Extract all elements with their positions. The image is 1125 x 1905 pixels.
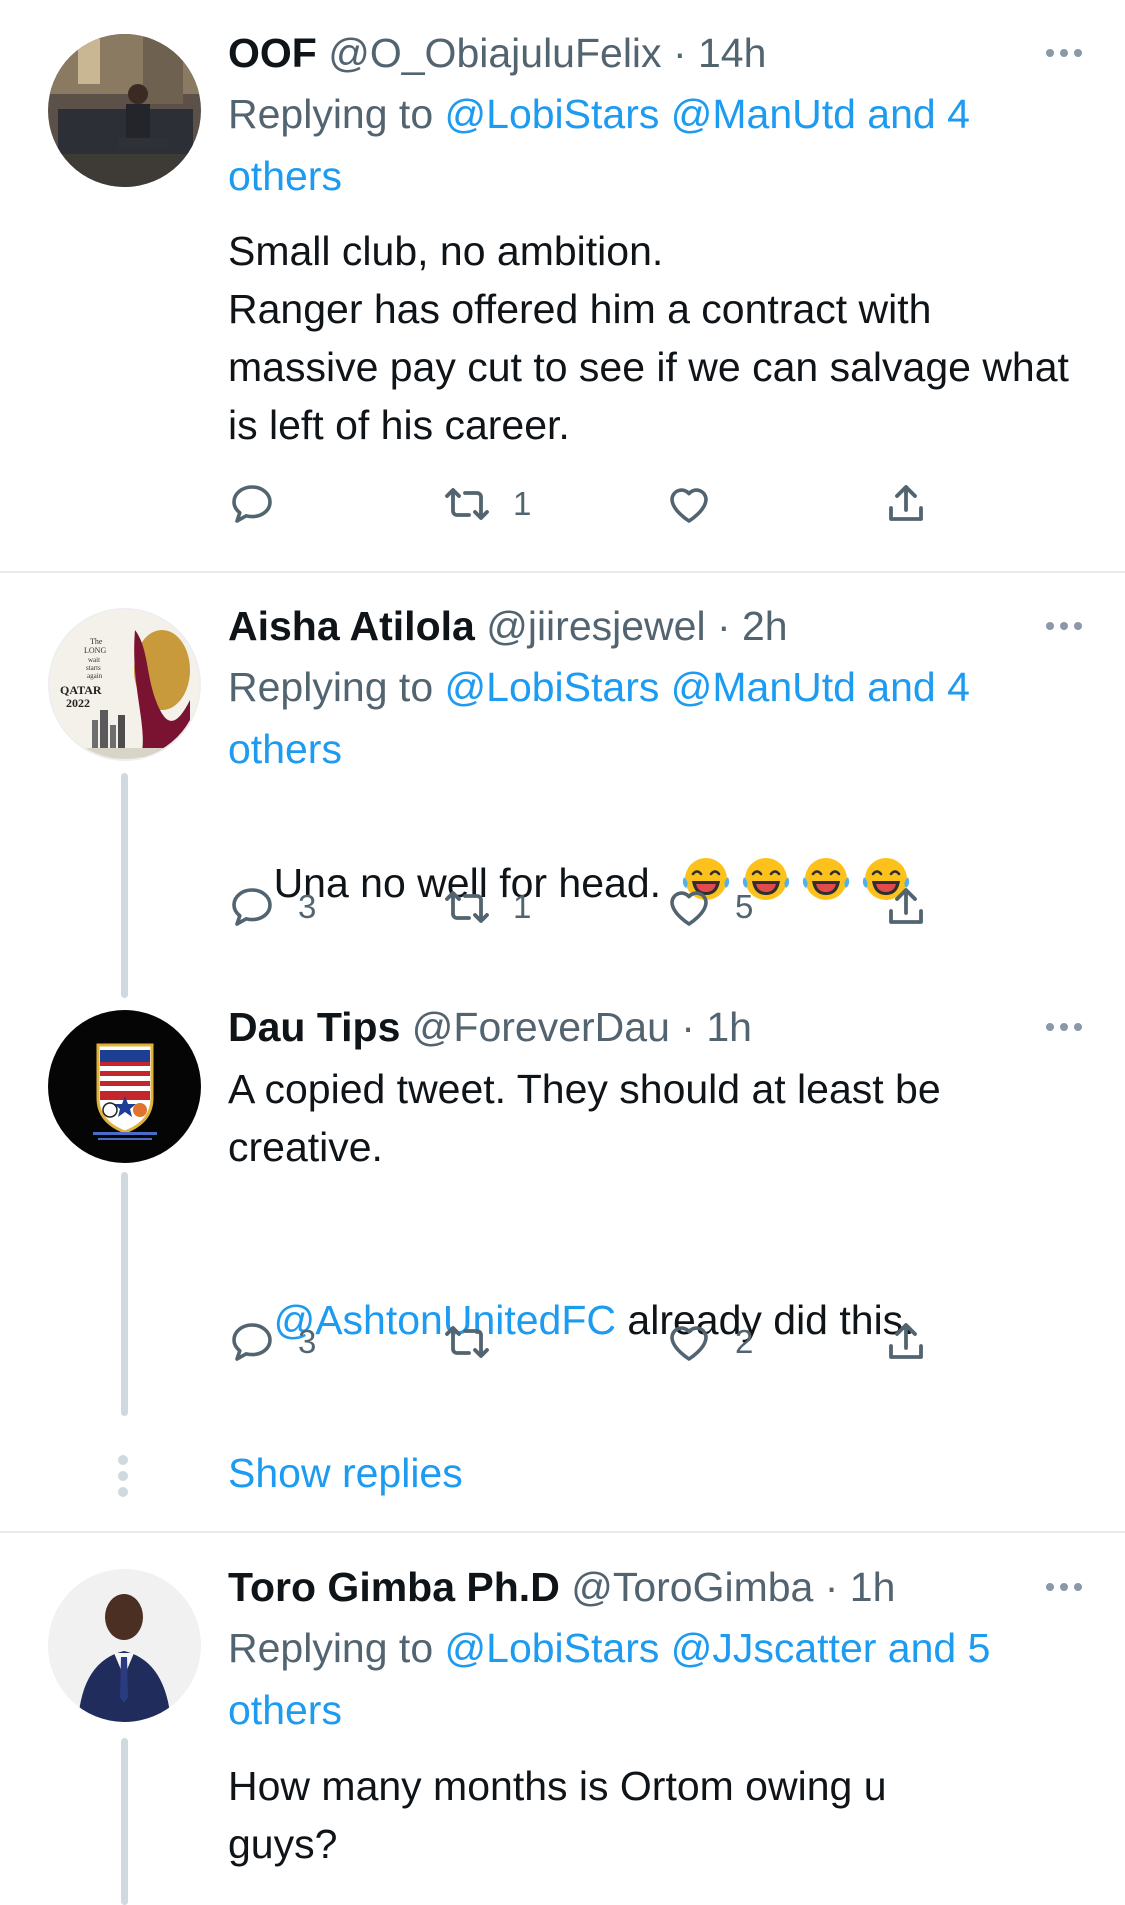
replying-to-links[interactable]: @LobiStars @ManUtd and 4: [445, 664, 970, 710]
tweet-actions: 1: [228, 474, 988, 534]
heart-icon: [670, 891, 708, 926]
replying-to-links[interactable]: @LobiStars @ManUtd and 4: [445, 91, 970, 137]
timestamp[interactable]: 14h: [698, 30, 766, 76]
heart-icon: [670, 1326, 708, 1361]
reply-icon: [232, 485, 272, 523]
tweet-oof[interactable]: OOF @O_ObiajuluFelix · 14h Replying to @…: [0, 0, 1125, 570]
retweet-count: 1: [513, 485, 532, 522]
retweet-button[interactable]: 1: [443, 877, 531, 937]
display-name[interactable]: Dau Tips: [228, 1004, 400, 1050]
more-icon[interactable]: [1039, 1561, 1089, 1613]
retweet-icon: [445, 891, 489, 923]
like-count: 5: [735, 888, 754, 925]
like-button[interactable]: [665, 474, 735, 534]
user-handle[interactable]: @O_ObiajuluFelix: [328, 30, 661, 76]
avatar-text: The: [90, 637, 103, 646]
reply-icon: [232, 888, 272, 926]
user-handle[interactable]: @ForeverDau: [412, 1004, 670, 1050]
separator: ·: [661, 30, 698, 76]
timestamp[interactable]: 1h: [706, 1004, 752, 1050]
reply-button[interactable]: 3: [228, 877, 316, 937]
separator: ·: [705, 603, 742, 649]
avatar[interactable]: [48, 1569, 201, 1722]
reply-count: 3: [298, 888, 317, 925]
like-count: 2: [735, 1323, 754, 1360]
reply-button[interactable]: [228, 474, 298, 534]
share-icon: [889, 888, 923, 924]
display-name[interactable]: OOF: [228, 30, 317, 76]
replying-to-label: Replying to: [228, 91, 445, 137]
retweet-button[interactable]: 1: [443, 474, 531, 534]
timestamp[interactable]: 1h: [850, 1564, 896, 1610]
avatar-text: QATAR: [60, 683, 102, 697]
reply-count: 3: [298, 1323, 317, 1360]
replying-to-label: Replying to: [228, 1625, 445, 1671]
more-icon[interactable]: [1039, 27, 1089, 79]
share-button[interactable]: [882, 877, 930, 937]
heart-icon: [670, 488, 708, 523]
tweet-header: OOF @O_ObiajuluFelix · 14h: [228, 27, 1095, 79]
retweet-icon: [445, 1326, 489, 1358]
share-icon: [889, 1323, 923, 1359]
retweet-icon: [445, 488, 489, 520]
display-name[interactable]: Toro Gimba Ph.D: [228, 1564, 560, 1610]
tweet-actions: 3 2: [228, 1312, 988, 1372]
replying-to-others[interactable]: others: [228, 1687, 342, 1733]
separator: ·: [669, 1004, 707, 1050]
avatar[interactable]: [48, 34, 201, 187]
avatar-text: again: [87, 672, 103, 680]
tweet-text: Small club, no ambition. Ranger has offe…: [228, 228, 1069, 448]
tweet-dau[interactable]: Dau Tips @ForeverDau · 1h A copied tweet…: [0, 1000, 1125, 1420]
tweet-text: A copied tweet. They should at least be …: [228, 1066, 953, 1170]
reply-button[interactable]: 3: [228, 1312, 316, 1372]
avatar[interactable]: [48, 1010, 201, 1163]
replying-to: Replying to @LobiStars @ManUtd and 4 oth…: [228, 656, 1085, 780]
like-button[interactable]: 2: [665, 1312, 753, 1372]
replying-to-links[interactable]: @LobiStars @JJscatter and 5: [445, 1625, 991, 1671]
avatar-text: LONG: [84, 646, 106, 655]
divider: [0, 571, 1125, 573]
separator: ·: [813, 1564, 850, 1610]
more-icon[interactable]: [1039, 600, 1089, 652]
tweet-toro[interactable]: Toro Gimba Ph.D @ToroGimba · 1h Replying…: [0, 1533, 1125, 1905]
more-icon[interactable]: [1039, 1001, 1089, 1053]
like-button[interactable]: 5: [665, 877, 753, 937]
replying-to-label: Replying to: [228, 664, 445, 710]
avatar-text: starts: [86, 664, 101, 672]
retweet-button[interactable]: [443, 1312, 513, 1372]
reply-icon: [232, 1323, 272, 1361]
tweet-text: How many months is Ortom owing u guys?: [228, 1763, 898, 1867]
thread-continuation-dots: [118, 1455, 128, 1497]
tweet-actions: 3 1 5: [228, 877, 988, 937]
replying-to-others[interactable]: others: [228, 726, 342, 772]
retweet-count: 1: [513, 888, 532, 925]
share-icon: [889, 485, 923, 521]
tweet-aisha[interactable]: The LONG wait starts again QATAR 2022 Ai…: [0, 574, 1125, 994]
share-button[interactable]: [882, 1312, 930, 1372]
user-handle[interactable]: @ToroGimba: [571, 1564, 813, 1610]
timestamp[interactable]: 2h: [742, 603, 788, 649]
avatar-text: wait: [88, 656, 100, 664]
share-button[interactable]: [882, 474, 930, 534]
tweet-header: Aisha Atilola @jiiresjewel · 2h: [228, 600, 1095, 652]
replying-to-others[interactable]: others: [228, 153, 342, 199]
tweet-header: Dau Tips @ForeverDau · 1h: [228, 1001, 1095, 1053]
avatar[interactable]: The LONG wait starts again QATAR 2022: [48, 608, 201, 761]
tweet-header: Toro Gimba Ph.D @ToroGimba · 1h: [228, 1561, 1095, 1613]
replying-to: Replying to @LobiStars @JJscatter and 5 …: [228, 1617, 1105, 1741]
avatar-text: 2022: [66, 696, 90, 710]
replying-to: Replying to @LobiStars @ManUtd and 4 oth…: [228, 83, 1085, 207]
display-name[interactable]: Aisha Atilola: [228, 603, 475, 649]
show-replies-link[interactable]: Show replies: [228, 1443, 463, 1503]
user-handle[interactable]: @jiiresjewel: [486, 603, 705, 649]
